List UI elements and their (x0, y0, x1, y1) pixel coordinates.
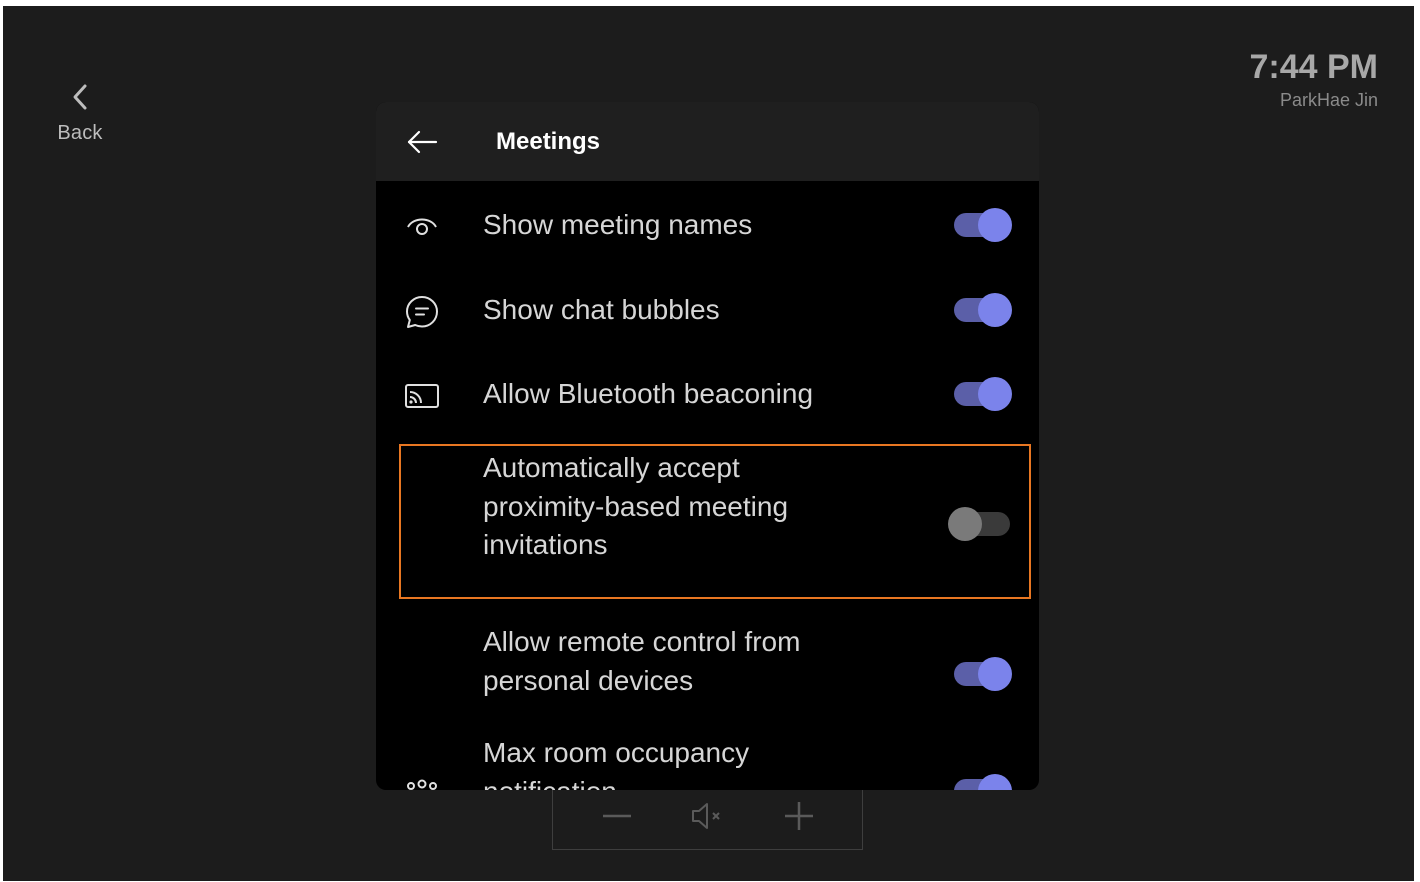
arrow-left-icon (407, 130, 438, 154)
back-button[interactable]: Back (47, 80, 113, 156)
setting-allow-bluetooth-beaconing: Allow Bluetooth beaconing (376, 353, 1039, 439)
setting-max-room-occupancy: Max room occupancy notification (376, 721, 1039, 790)
eye-icon (404, 208, 440, 244)
panel-back-button[interactable] (404, 124, 440, 160)
setting-label: Automatically accept proximity-based mee… (483, 452, 789, 560)
setting-label: Max room occupancy notification (483, 737, 750, 790)
setting-label: Allow remote control from personal devic… (483, 626, 801, 696)
mute-button[interactable] (688, 799, 728, 833)
setting-label: Show meeting names (483, 209, 753, 240)
toggle-switch[interactable] (954, 377, 1012, 411)
volume-down-button[interactable] (597, 799, 637, 833)
chevron-left-icon (73, 84, 87, 110)
user-name: ParkHae Jin (1279, 90, 1378, 110)
setting-show-meeting-names: Show meeting names (376, 181, 1039, 271)
panel-header: Meetings (376, 102, 1039, 181)
volume-up-button[interactable] (779, 799, 819, 833)
clock-time: 7:44 PM (1249, 48, 1379, 86)
device-screen: Back 7:44 PM ParkHae Jin Meetings Show m… (3, 6, 1414, 881)
setting-label: Allow Bluetooth beaconing (483, 378, 814, 409)
status-clock: 7:44 PM ParkHae Jin (1250, 48, 1379, 111)
people-icon (404, 777, 440, 790)
toggle-switch[interactable] (954, 208, 1012, 242)
toggle-switch[interactable] (954, 293, 1012, 327)
setting-show-chat-bubbles: Show chat bubbles (376, 269, 1039, 355)
back-label: Back (57, 122, 103, 144)
plus-icon (784, 802, 813, 830)
minus-icon (602, 814, 631, 818)
speaker-muted-icon (691, 803, 720, 829)
setting-allow-remote-control: Allow remote control from personal devic… (376, 605, 1039, 715)
toggle-switch[interactable] (948, 507, 1012, 541)
setting-auto-accept-proximity-invitations: Automatically accept proximity-based mee… (376, 449, 1039, 601)
meetings-settings-panel: Meetings Show meeting names Show chat bu… (376, 102, 1039, 790)
setting-label: Show chat bubbles (483, 294, 720, 325)
panel-title: Meetings (496, 128, 601, 155)
toggle-switch[interactable] (954, 657, 1012, 691)
toggle-switch[interactable] (954, 774, 1012, 790)
chat-bubble-icon (404, 294, 440, 330)
cast-icon (404, 378, 440, 414)
